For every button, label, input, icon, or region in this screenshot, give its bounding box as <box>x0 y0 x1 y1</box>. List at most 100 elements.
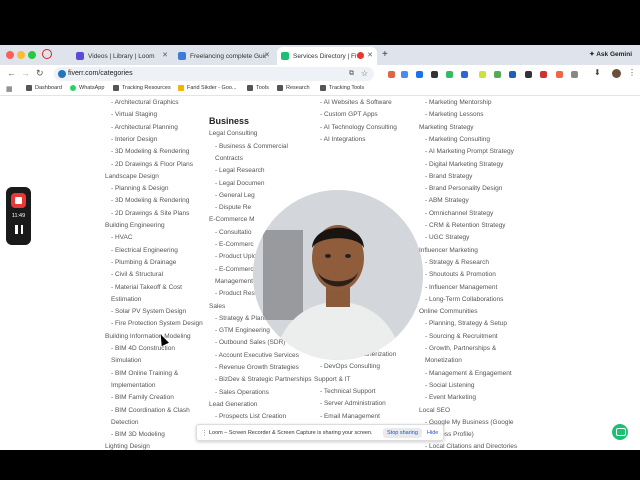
subcategory-link[interactable]: - BIM Family Creation <box>111 394 174 402</box>
site-info-icon[interactable] <box>58 70 66 78</box>
bookmark-research[interactable]: Research <box>277 85 310 91</box>
extension-icon[interactable] <box>461 71 468 78</box>
subcategory-link[interactable]: - Legal Research <box>215 167 265 175</box>
subcategory-link[interactable]: - Consultatio <box>215 229 252 237</box>
subcategory-link[interactable]: - Legal Documen <box>215 180 265 188</box>
bookmark-farid-sikder[interactable]: Farid Sikder - Goo... <box>178 85 237 91</box>
subcategory-link[interactable]: - Social Listening <box>425 382 475 390</box>
category-heading[interactable]: Sales <box>209 303 225 310</box>
subcategory-link[interactable]: - Long-Term Collaborations <box>425 296 503 304</box>
subcategory-link-continued[interactable]: Simulation <box>111 357 141 365</box>
subcategory-link[interactable]: - Architectural Planning <box>111 124 178 132</box>
subcategory-link[interactable]: - Server Administration <box>320 400 386 408</box>
minimize-window-button[interactable] <box>17 51 25 59</box>
subcategory-link[interactable]: - BIM 3D Modeling <box>111 431 165 439</box>
tab-fiverr[interactable]: Services Directory | Fiverr ✕ <box>277 47 377 65</box>
extension-icon[interactable] <box>540 71 547 78</box>
subcategory-link[interactable]: - Technical Support <box>320 388 376 396</box>
category-heading[interactable]: Support & IT <box>314 376 351 383</box>
subcategory-link[interactable]: - Revenue Growth Strategies <box>215 364 299 372</box>
subcategory-link-continued[interactable]: Management <box>215 278 253 286</box>
subcategory-link[interactable]: - Marketing Mentorship <box>425 99 491 107</box>
subcategory-link-continued[interactable]: Contracts <box>215 155 243 163</box>
subcategory-link[interactable]: - Growth, Partnerships & <box>425 345 496 353</box>
subcategory-link[interactable]: - BizDev & Strategic Partnerships <box>215 376 311 384</box>
subcategory-link[interactable]: - ABM Strategy <box>425 197 469 205</box>
profile-avatar[interactable] <box>612 69 621 78</box>
category-heading[interactable]: E-Commerce M <box>209 216 255 223</box>
subcategory-link[interactable]: - AI Integrations <box>320 136 366 144</box>
category-heading[interactable]: Influencer Marketing <box>419 247 478 254</box>
subcategory-link[interactable]: - Brand Strategy <box>425 173 472 181</box>
subcategory-link[interactable]: - 3D Modeling & Rendering <box>111 148 189 156</box>
subcategory-link-continued[interactable]: Implementation <box>111 382 155 390</box>
bookmark-tracking-tools[interactable]: Tracking Tools <box>320 85 364 91</box>
extension-icon[interactable] <box>431 71 438 78</box>
category-heading[interactable]: Legal Consulting <box>209 130 257 137</box>
extension-icon[interactable] <box>556 71 563 78</box>
subcategory-link[interactable]: - BIM Online Training & <box>111 370 178 378</box>
tab-search-icon[interactable] <box>42 49 52 59</box>
subcategory-link[interactable]: - AI Technology Consulting <box>320 124 397 132</box>
bookmark-star-icon[interactable]: ☆ <box>361 67 368 81</box>
subcategory-link[interactable]: - Virtual Staging <box>111 111 157 119</box>
subcategory-link[interactable]: - Marketing Consulting <box>425 136 490 144</box>
subcategory-link[interactable]: - Shoutouts & Promotion <box>425 271 496 279</box>
subcategory-link[interactable]: - Management & Engagement <box>425 370 512 378</box>
subcategory-link[interactable]: - CRM & Retention Strategy <box>425 222 506 230</box>
category-heading[interactable]: Online Communities <box>419 308 478 315</box>
downloads-icon[interactable]: ⬇ <box>594 68 601 77</box>
subcategory-link[interactable]: - AI Marketing Prompt Strategy <box>425 148 514 156</box>
subcategory-link-continued[interactable]: Detection <box>111 419 138 427</box>
menu-icon[interactable]: ⋮ <box>628 68 636 77</box>
subcategory-link[interactable]: - Email Management <box>320 413 380 421</box>
reload-icon[interactable]: ↻ <box>36 68 44 79</box>
extension-icon[interactable] <box>525 71 532 78</box>
subcategory-link[interactable]: - Business & Commercial <box>215 143 288 151</box>
subcategory-link[interactable]: - AI Websites & Software <box>320 99 392 107</box>
subcategory-link[interactable]: - Omnichannel Strategy <box>425 210 493 218</box>
subcategory-link[interactable]: - 2D Drawings & Floor Plans <box>111 161 193 169</box>
subcategory-link[interactable]: - Marketing Lessons <box>425 111 484 119</box>
subcategory-link[interactable]: - Architectural Graphics <box>111 99 179 107</box>
ask-gemini-button[interactable]: ✦ Ask Gemini <box>589 50 632 58</box>
maximize-window-button[interactable] <box>28 51 36 59</box>
subcategory-link[interactable]: - Civil & Structural <box>111 271 163 279</box>
subcategory-link[interactable]: - BIM 4D Construction <box>111 345 175 353</box>
subcategory-link[interactable]: - HVAC <box>111 234 133 242</box>
back-icon[interactable]: ← <box>7 68 16 78</box>
subcategory-link[interactable]: - Interior Design <box>111 136 157 144</box>
subcategory-link[interactable]: - E-Commerc <box>215 241 254 249</box>
subcategory-link[interactable]: - 3D Modeling & Rendering <box>111 197 189 205</box>
extension-icon[interactable] <box>401 71 408 78</box>
extension-icon[interactable] <box>571 71 578 78</box>
tab-freelancing-guide[interactable]: Freelancing complete Guide ✕ <box>174 47 274 65</box>
subcategory-link[interactable]: - Event Marketing <box>425 394 476 402</box>
subcategory-link[interactable]: - Strategy & Research <box>425 259 489 267</box>
subcategory-link[interactable]: - GTM Engineering <box>215 327 270 335</box>
subcategory-link[interactable]: - Solar PV System Design <box>111 308 186 316</box>
subcategory-link[interactable]: - Plumbing & Drainage <box>111 259 176 267</box>
stop-sharing-button[interactable]: Stop sharing <box>383 428 422 438</box>
subcategory-link[interactable]: - Prospects List Creation <box>215 413 286 421</box>
subcategory-link[interactable]: - Brand Personality Design <box>425 185 502 193</box>
subcategory-link[interactable]: - Product Uplo <box>215 253 257 261</box>
subcategory-link[interactable]: - UGC Strategy <box>425 234 469 242</box>
extension-icon[interactable] <box>446 71 453 78</box>
subcategory-link[interactable]: - Sales Operations <box>215 389 269 397</box>
close-icon[interactable]: ✕ <box>162 51 168 59</box>
subcategory-link[interactable]: - Account Executive Services <box>215 352 299 360</box>
subcategory-link[interactable]: - Local Citations and Directories <box>425 443 517 450</box>
hide-button[interactable]: Hide <box>427 430 438 436</box>
stop-recording-button[interactable] <box>11 193 26 208</box>
tab-loom[interactable]: Videos | Library | Loom ✕ <box>72 47 172 65</box>
subcategory-link[interactable]: - Digital Marketing Strategy <box>425 161 503 169</box>
category-heading[interactable]: Landscape Design <box>105 173 159 180</box>
subcategory-link[interactable]: - DevOps Consulting <box>320 363 380 371</box>
subcategory-link[interactable]: - BIM Coordination & Clash <box>111 407 190 415</box>
subcategory-link[interactable]: - Dispute Re <box>215 204 251 212</box>
category-heading[interactable]: Lighting Design <box>105 443 150 450</box>
subcategory-link[interactable]: - Outbound Sales (SDR) <box>215 339 285 347</box>
chat-icon[interactable] <box>612 424 628 440</box>
drag-handle-icon[interactable]: ⋮ <box>201 429 208 437</box>
